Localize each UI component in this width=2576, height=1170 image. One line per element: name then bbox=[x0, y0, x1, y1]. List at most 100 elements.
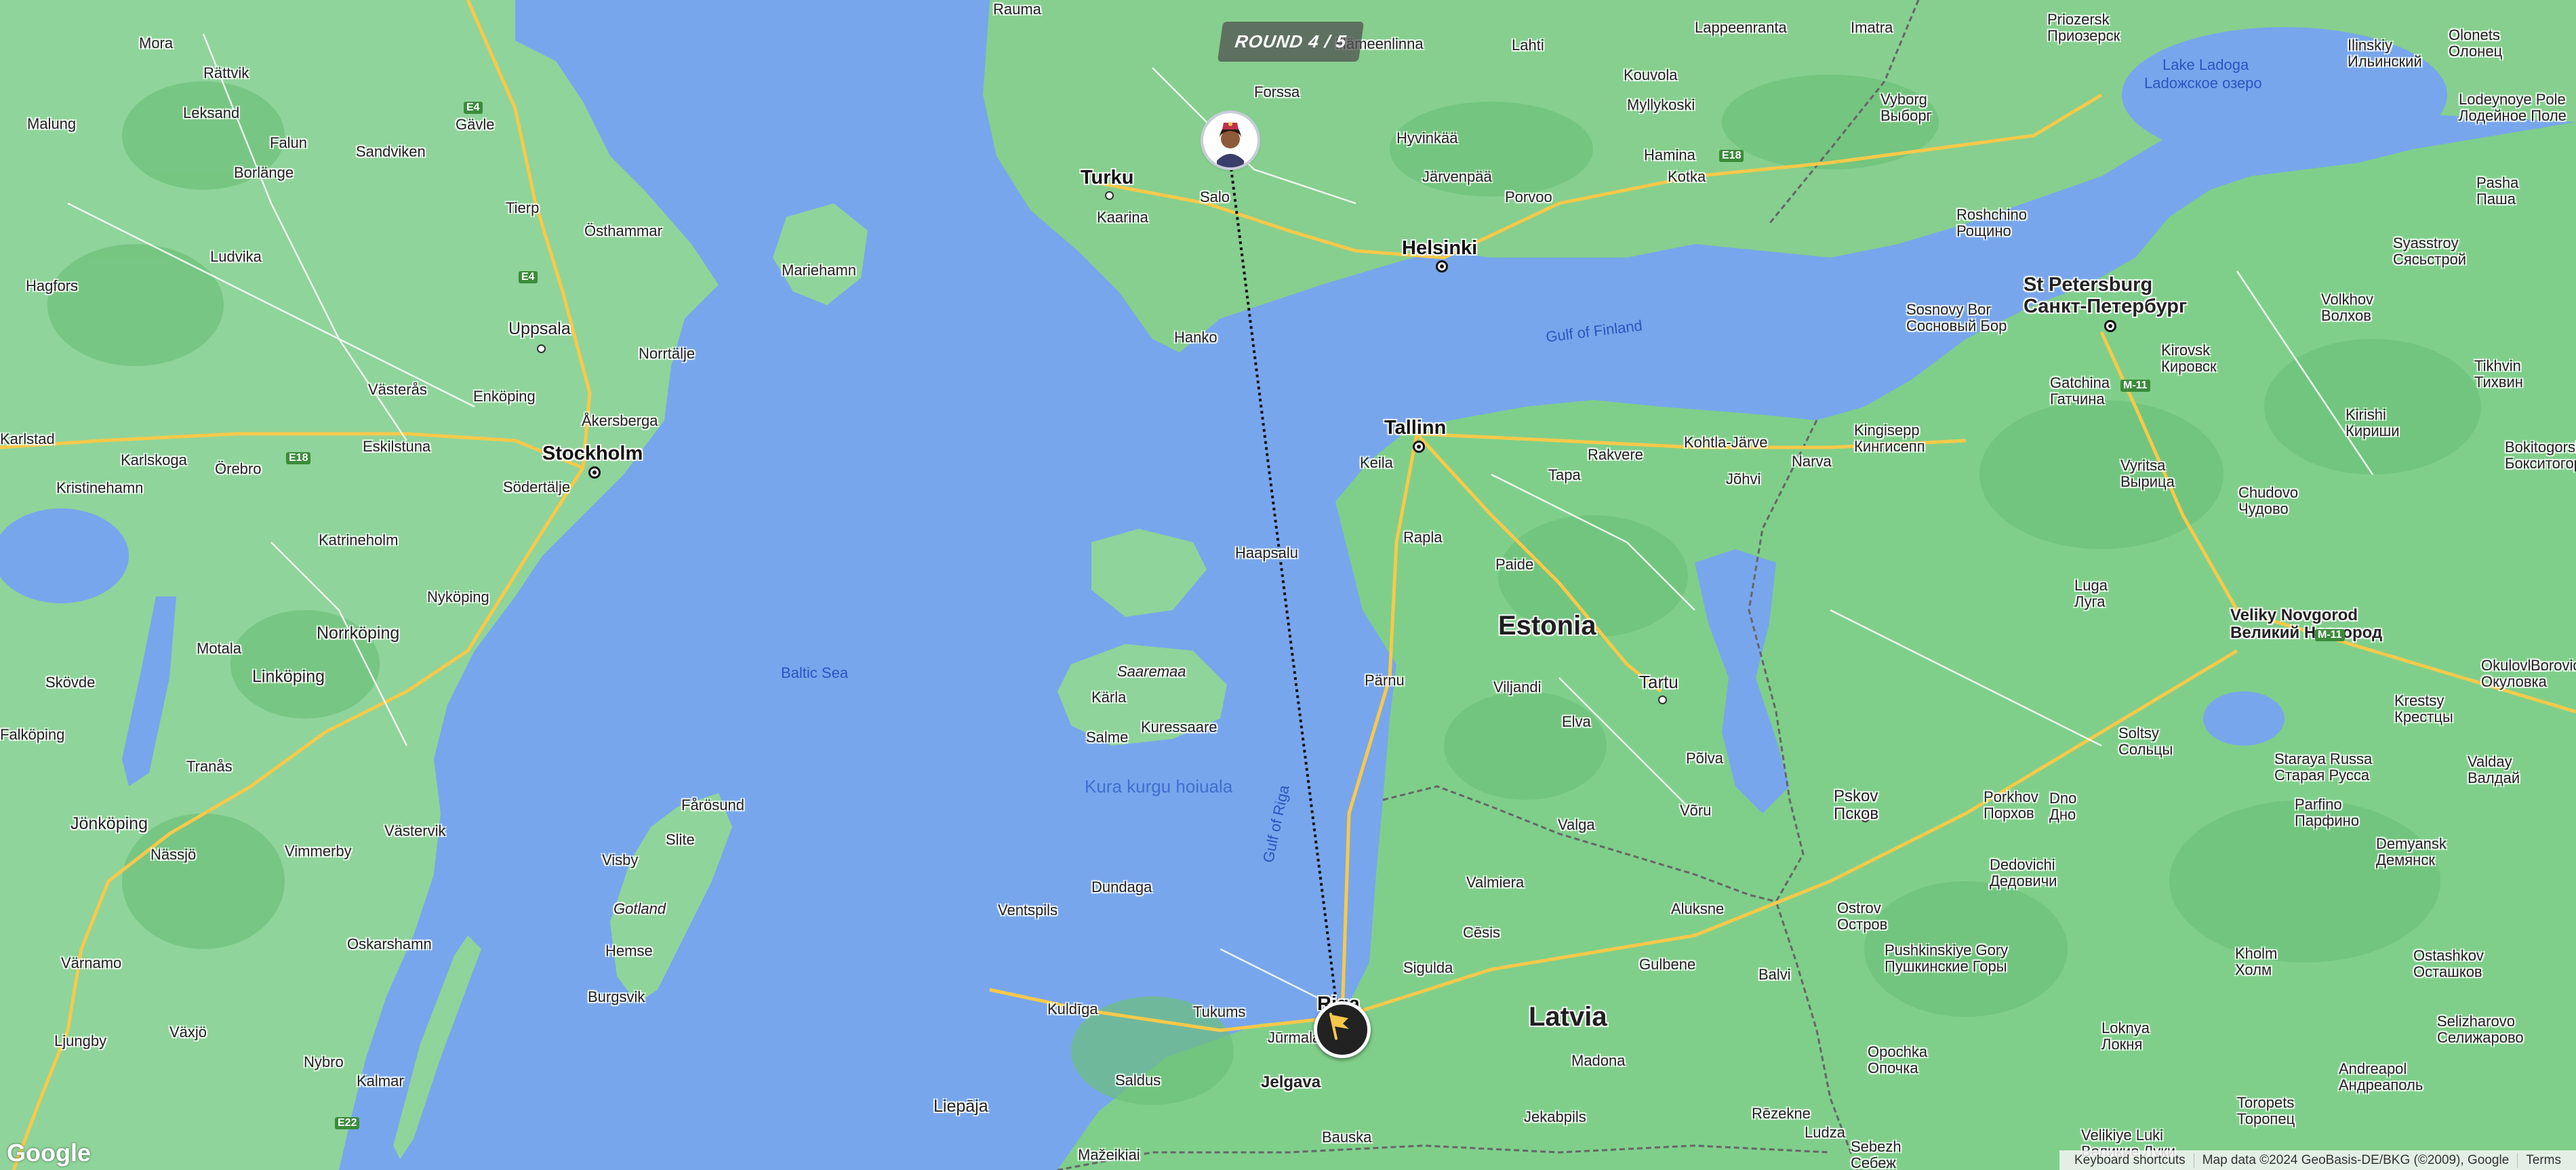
town-label-paide: Paide bbox=[1495, 556, 1534, 573]
road-shield-e18-2: E18 bbox=[1719, 150, 1744, 162]
oland-island bbox=[393, 935, 481, 1159]
avatar-girl-icon bbox=[1205, 115, 1256, 167]
town-label-ostrov: Ostrov Остров bbox=[1837, 900, 1888, 933]
town-label-kaarina: Kaarina bbox=[1097, 209, 1148, 226]
town-label-hanko: Hanko bbox=[1174, 329, 1217, 346]
map-canvas[interactable]: Estonia Latvia Stockholm Helsinki Tallin… bbox=[0, 0, 2576, 1170]
town-label-nykoping: Nyköping bbox=[427, 588, 489, 605]
town-label-dundaga: Dundaga bbox=[1091, 879, 1152, 895]
town-label-roshchino: Roshchino Рощино bbox=[1956, 206, 2027, 240]
map-data-attribution: Map data ©2024 GeoBasis-DE/BKG (©2009), … bbox=[2193, 1152, 2518, 1168]
town-label-vasteras: Västerås bbox=[368, 381, 427, 398]
town-label-rakvere: Rakvere bbox=[1588, 446, 1643, 463]
town-label-narva: Narva bbox=[1792, 453, 1832, 470]
country-label-estonia: Estonia bbox=[1498, 611, 1596, 641]
town-label-jekabpils: Jekabpils bbox=[1524, 1108, 1586, 1125]
town-label-dedovichi: Dedovichi Дедовичи bbox=[1990, 856, 2057, 890]
town-label-kohtla-jarve: Kohtla-Järve bbox=[1684, 434, 1768, 451]
town-label-tierp: Tierp bbox=[506, 199, 540, 216]
town-label-sebezh: Sebezh Себеж bbox=[1851, 1138, 1901, 1170]
city-label-pskov: Pskov Псков bbox=[1834, 787, 1879, 824]
town-label-loknya: Loknya Локня bbox=[2101, 1020, 2150, 1053]
town-label-aluksne: Aluksne bbox=[1671, 900, 1725, 917]
road-shield-e4: E4 bbox=[464, 102, 483, 114]
town-label-enkoping: Enköping bbox=[473, 388, 536, 405]
town-label-rapla: Rapla bbox=[1403, 529, 1443, 546]
town-label-ostashkov: Ostashkov Осташков bbox=[2413, 947, 2484, 981]
town-label-sandviken: Sandviken bbox=[356, 143, 426, 160]
road-shield-m11-2: M-11 bbox=[2315, 629, 2345, 641]
water-label-kura-kurgu: Kura kurgu hoiuala bbox=[1085, 776, 1233, 796]
town-label-slite: Slite bbox=[666, 831, 695, 848]
town-label-falun: Falun bbox=[270, 134, 308, 151]
town-label-rezekne: Rēzekne bbox=[1752, 1105, 1811, 1122]
city-label-tallinn: Tallinn bbox=[1384, 417, 1447, 439]
town-label-varnamo: Värnamo bbox=[61, 954, 122, 971]
town-label-hagfors: Hagfors bbox=[26, 277, 79, 294]
town-label-dno: Dno Дно bbox=[2049, 790, 2077, 824]
town-label-andreapol: Andreapol Андреаполь bbox=[2339, 1060, 2423, 1094]
town-label-rauma: Rauma bbox=[993, 1, 1041, 18]
town-label-valmiera: Valmiera bbox=[1466, 874, 1525, 891]
town-label-olonets: Olonets Олонец bbox=[2449, 26, 2503, 60]
town-label-sodertalje: Södertälje bbox=[503, 479, 571, 496]
town-label-sosnovy-bor: Sosnovy Bor Сосновый Бор bbox=[1906, 301, 2007, 335]
city-marker-tartu bbox=[1658, 695, 1667, 704]
town-label-elva: Elva bbox=[1562, 713, 1591, 730]
city-marker-st-petersburg bbox=[2104, 320, 2116, 332]
town-label-pushkinskiye-gory: Pushkinskiye Gory Пушкинские Горы bbox=[1885, 942, 2009, 975]
town-label-kalmar: Kalmar bbox=[357, 1072, 404, 1089]
town-label-saldus: Saldus bbox=[1115, 1072, 1161, 1089]
town-label-cesis: Cēsis bbox=[1463, 924, 1501, 941]
google-logo: Google bbox=[7, 1139, 91, 1167]
town-label-nybro: Nybro bbox=[304, 1053, 344, 1070]
town-label-johvi: Jõhvi bbox=[1726, 470, 1761, 487]
town-label-parnu: Pärnu bbox=[1365, 672, 1405, 689]
lake-ilmen bbox=[2203, 691, 2285, 746]
town-label-valga: Valga bbox=[1558, 816, 1595, 833]
road-shield-m11: M-11 bbox=[2120, 380, 2150, 392]
town-label-ljungby: Ljungby bbox=[54, 1032, 107, 1049]
target-marker[interactable] bbox=[1314, 1001, 1371, 1058]
town-label-krestsy: Krestsy Крестцы bbox=[2394, 692, 2453, 726]
town-label-liepaja: Liepāja bbox=[933, 1097, 988, 1116]
town-label-kouvola: Kouvola bbox=[1624, 66, 1678, 83]
hiiumaa-island bbox=[1091, 529, 1207, 617]
town-label-farosund: Fårösund bbox=[681, 796, 744, 813]
town-label-jurmala: Jūrmala bbox=[1268, 1029, 1321, 1046]
town-label-tranas: Tranås bbox=[186, 758, 233, 775]
island-label-saaremaa: Saaremaa bbox=[1117, 663, 1186, 680]
town-label-porkhov: Porkhov Порхов bbox=[1984, 788, 2038, 822]
town-label-toropets: Toropets Торопец bbox=[2237, 1094, 2295, 1128]
town-label-vyritsa: Vyritsa Вырица bbox=[2120, 457, 2175, 491]
road-shield-e18: E18 bbox=[286, 452, 311, 464]
town-label-jonkoping: Jönköping bbox=[71, 814, 148, 833]
guess-marker[interactable] bbox=[1203, 113, 1257, 167]
terms-link[interactable]: Terms bbox=[2517, 1152, 2569, 1168]
town-label-viljandi: Viljandi bbox=[1493, 679, 1542, 695]
town-label-lodeynoye-pole: Lodeynoye Pole Лодейное Поле bbox=[2459, 91, 2567, 125]
town-label-karlstad: Karlstad bbox=[0, 430, 55, 447]
town-label-hyvinkaa: Hyvinkää bbox=[1396, 129, 1458, 146]
town-label-malung: Malung bbox=[27, 115, 77, 132]
town-label-demyansk: Demyansk Демянск bbox=[2376, 835, 2447, 869]
town-label-voru: Võru bbox=[1680, 802, 1712, 819]
town-label-gavle: Gävle bbox=[456, 116, 495, 133]
city-marker-uppsala bbox=[537, 344, 546, 353]
keyboard-shortcuts-link[interactable]: Keyboard shortcuts bbox=[2066, 1153, 2194, 1168]
town-label-ludvika: Ludvika bbox=[210, 248, 262, 265]
town-label-staraya-russa: Staraya Russa Старая Русса bbox=[2274, 750, 2373, 784]
town-label-karlskoga: Karlskoga bbox=[121, 451, 187, 468]
town-label-polva: Põlva bbox=[1686, 750, 1724, 767]
town-label-mariehamn: Mariehamn bbox=[782, 262, 857, 279]
water-label-baltic-sea: Baltic Sea bbox=[781, 664, 849, 681]
water-label-lake-ladoga: Lake Ladoga bbox=[2162, 56, 2249, 73]
town-label-linkoping: Linköping bbox=[252, 667, 325, 686]
town-label-ilinskiy: Ilinskiy Ильинский bbox=[2348, 37, 2422, 70]
town-label-opochka: Opochka Опочка bbox=[1868, 1043, 1928, 1077]
town-label-tapa: Tapa bbox=[1548, 466, 1581, 483]
town-label-luga: Luga Луга bbox=[2074, 577, 2108, 611]
town-label-borovichi: Borovichi bbox=[2531, 657, 2576, 674]
town-label-gulbene: Gulbene bbox=[1639, 956, 1696, 973]
town-label-bauska: Bauska bbox=[1322, 1129, 1372, 1146]
